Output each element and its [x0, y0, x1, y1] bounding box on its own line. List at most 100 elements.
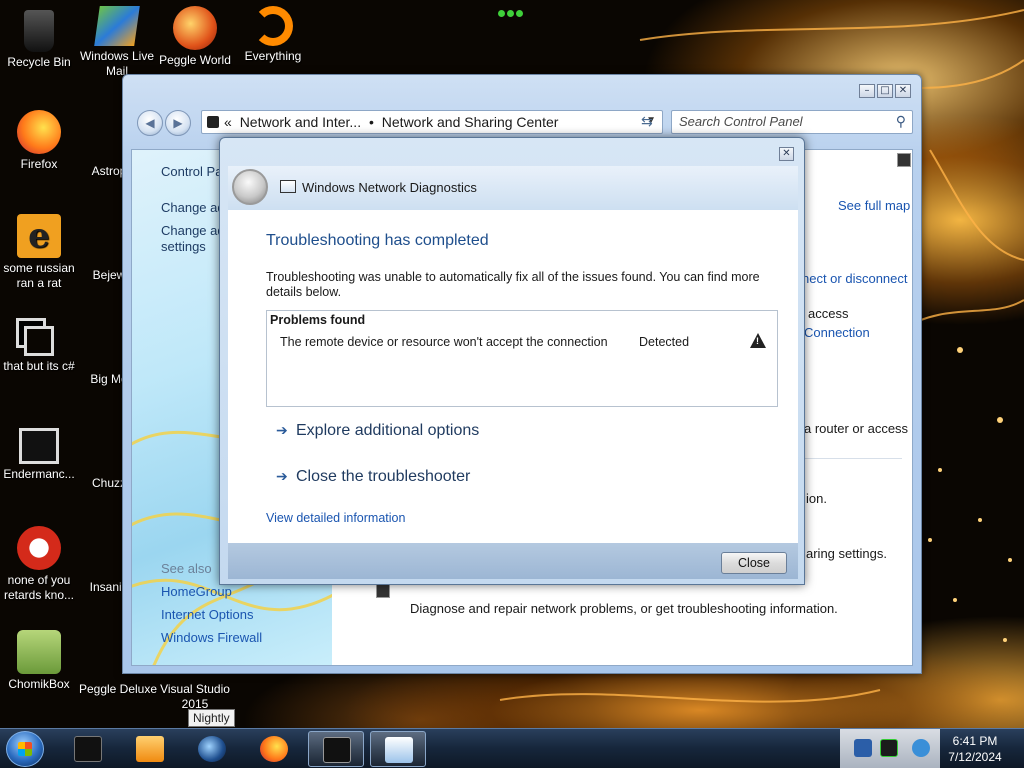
desktop-icon-label: Recycle Bin — [7, 55, 71, 69]
windows-live-mail-icon — [94, 6, 140, 46]
everything-search-icon — [253, 6, 293, 46]
taskbar-app-media[interactable] — [122, 731, 178, 767]
system-tray — [840, 729, 940, 768]
close-icon[interactable]: ✕ — [895, 84, 911, 98]
recycle-bin-icon — [24, 10, 54, 52]
router-text: a router or access — [804, 421, 909, 436]
search-icon[interactable]: ⚲ — [896, 113, 906, 130]
taskbar-app-nightly[interactable] — [184, 731, 240, 767]
option-label: Close the troubleshooter — [296, 468, 471, 485]
search-placeholder: Search Control Panel — [679, 114, 803, 129]
result-heading: Troubleshooting has completed — [266, 232, 489, 249]
top-glow-indicator — [498, 6, 526, 17]
control-panel-icon — [207, 116, 219, 128]
terminal-icon — [74, 736, 102, 762]
maximize-icon[interactable]: □ — [877, 84, 893, 98]
dialog-title: Windows Network Diagnostics — [302, 180, 477, 195]
dialog-header: Windows Network Diagnostics — [228, 166, 798, 210]
diagnose-description: Diagnose and repair network problems, or… — [410, 601, 838, 616]
desktop-icon-label: none of you retards kno... — [3, 573, 75, 602]
taskbar-app-control-panel[interactable] — [370, 731, 426, 767]
desktop-icon-label: ChomikBox — [8, 677, 70, 691]
problem-status: Detected — [639, 335, 690, 349]
problem-description[interactable]: The remote device or resource won't acce… — [280, 335, 608, 349]
desktop-icon-firefox[interactable]: Firefox — [0, 110, 78, 172]
search-input[interactable]: Search Control Panel ⚲ — [671, 110, 913, 134]
desktop-icon-visual-studio[interactable]: Visual Studio 2015 — [156, 682, 234, 712]
desktop-icon-label: Everything — [244, 49, 302, 63]
arrow-right-icon: ➔ — [276, 468, 288, 484]
breadcrumb-network-internet[interactable]: Network and Inter... — [240, 114, 361, 130]
refresh-icon[interactable]: ⇆ — [641, 114, 653, 130]
hamster-icon — [17, 630, 61, 674]
ion-text: ion. — [806, 491, 827, 506]
desktop-icon-label: Firefox — [20, 157, 58, 171]
network-tray-icon[interactable] — [854, 739, 872, 757]
desktop-icon-windows-live-mail[interactable]: Windows Live Mail — [78, 6, 156, 79]
volume-tray-icon[interactable] — [912, 739, 930, 757]
firefox-icon — [260, 736, 288, 762]
see-also-title: See also — [161, 561, 212, 576]
sharing-text: aring settings. — [806, 546, 887, 561]
desktop-icon-peggle-world[interactable]: Peggle World — [156, 6, 234, 68]
text-editor-icon: e — [17, 214, 61, 258]
desktop-icon-recycle-bin[interactable]: Recycle Bin — [0, 6, 78, 70]
desktop-icon-label: Peggle World — [159, 53, 231, 67]
see-also-homegroup[interactable]: HomeGroup — [161, 584, 232, 600]
taskbar-clock[interactable]: 6:41 PM 7/12/2024 — [940, 733, 1010, 765]
back-button[interactable]: ◀ — [137, 110, 163, 136]
taskbar-tooltip: Nightly — [188, 709, 235, 727]
breadcrumb-network-sharing-center[interactable]: Network and Sharing Center — [382, 114, 559, 130]
connect-disconnect-link[interactable]: nect or disconnect — [802, 271, 908, 286]
desktop-icon-chomikbox[interactable]: ChomikBox — [0, 630, 78, 692]
view-detailed-information-link[interactable]: View detailed information — [266, 511, 405, 525]
warning-icon — [750, 333, 766, 348]
network-diagnostics-icon — [280, 180, 296, 193]
taskbar-app-window[interactable] — [308, 731, 364, 767]
troubleshoot-icon — [376, 584, 390, 598]
window-app-icon — [19, 428, 59, 464]
desktop-icon-label: Visual Studio 2015 — [160, 682, 230, 711]
media-player-icon — [136, 736, 164, 762]
desktop-icon-peggle-deluxe[interactable]: Peggle Deluxe — [78, 682, 158, 697]
taskbar: 6:41 PM 7/12/2024 — [0, 728, 1024, 768]
help-icon[interactable] — [897, 153, 911, 167]
start-button[interactable] — [6, 731, 44, 767]
red-circle-icon — [17, 526, 61, 570]
desktop-icon-label: some russian ran a rat — [3, 261, 75, 290]
desktop-icon-that-but-csharp[interactable]: that but its c# — [0, 318, 78, 374]
peggle-icon — [173, 6, 217, 50]
option-label: Explore additional options — [296, 422, 480, 439]
breadcrumb: « Network and Inter... • Network and Sha… — [224, 114, 562, 130]
see-full-map-link[interactable]: See full map — [838, 198, 910, 213]
taskbar-app-terminal[interactable] — [60, 731, 116, 767]
network-diagnostics-dialog: ✕ Windows Network Diagnostics Troublesho… — [219, 137, 805, 585]
dialog-footer: Close — [228, 543, 798, 579]
minimize-icon[interactable]: – — [859, 84, 875, 98]
desktop-icon-label: that but its c# — [3, 359, 75, 373]
dialog-body: Troubleshooting has completed Troublesho… — [228, 210, 798, 543]
battery-tray-icon[interactable] — [880, 739, 898, 757]
connection-link[interactable]: Connection — [804, 325, 870, 340]
forward-button[interactable]: ▶ — [165, 110, 191, 136]
explore-additional-options-link[interactable]: ➔ Explore additional options — [276, 422, 479, 440]
close-troubleshooter-link[interactable]: ➔ Close the troubleshooter — [276, 468, 470, 486]
desktop-icon-everything[interactable]: Everything — [234, 6, 312, 64]
taskbar-app-firefox[interactable] — [246, 731, 302, 767]
close-icon[interactable]: ✕ — [779, 147, 794, 161]
desktop-icon-some-russian[interactable]: e some russian ran a rat — [0, 214, 78, 291]
desktop-icon-endermanch[interactable]: Endermanc... — [0, 422, 78, 482]
section-divider — [802, 458, 902, 459]
close-button[interactable]: Close — [721, 552, 787, 574]
firefox-icon — [17, 110, 61, 154]
desktop-icon-none-of-you[interactable]: none of you retards kno... — [0, 526, 78, 603]
breadcrumb-overflow[interactable]: « — [224, 114, 232, 130]
shortcut-copy-icon — [24, 326, 54, 356]
see-also-internet-options[interactable]: Internet Options — [161, 607, 254, 623]
breadcrumb-separator: • — [368, 114, 374, 130]
clock-date: 7/12/2024 — [948, 750, 1002, 764]
back-button[interactable] — [232, 169, 268, 205]
address-bar[interactable]: « Network and Inter... • Network and Sha… — [201, 110, 663, 134]
see-also-windows-firewall[interactable]: Windows Firewall — [161, 630, 262, 646]
problems-found-list: Problems found The remote device or reso… — [266, 310, 778, 407]
